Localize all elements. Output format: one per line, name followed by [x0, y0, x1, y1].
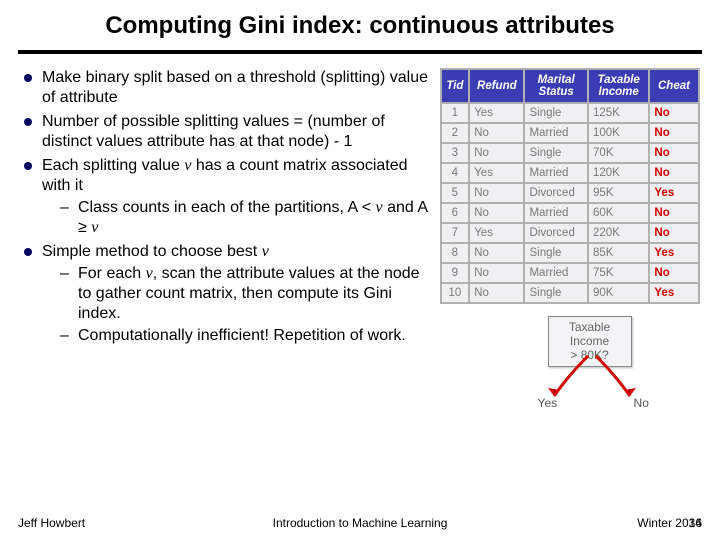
table-cell: 7	[442, 224, 469, 242]
table-cell: Single	[525, 244, 586, 262]
table-cell: Single	[525, 284, 586, 302]
table-cell: Yes	[470, 164, 523, 182]
table-cell: 90K	[589, 284, 648, 302]
table-cell: No	[650, 104, 697, 122]
th-cheat: Cheat	[650, 70, 697, 102]
table-cell: 2	[442, 124, 469, 142]
table-cell: No	[650, 144, 697, 162]
branch-no-label: No	[634, 396, 649, 410]
table-cell: 5	[442, 184, 469, 202]
page-number: 36	[689, 516, 702, 530]
table-row: 8NoSingle85KYes	[442, 244, 698, 262]
table-cell: Yes	[650, 184, 697, 202]
table-cell: Married	[525, 124, 586, 142]
th-tid: Tid	[442, 70, 469, 102]
table-cell: No	[470, 184, 523, 202]
table-cell: Yes	[470, 104, 523, 122]
table-cell: 60K	[589, 204, 648, 222]
bullet-4-pre: Simple method to choose best	[42, 243, 262, 260]
table-cell: No	[650, 224, 697, 242]
title-rule	[18, 50, 702, 54]
table-cell: Divorced	[525, 184, 586, 202]
bullet-4a-pre: For each	[78, 265, 146, 282]
bullet-4-v: v	[262, 243, 269, 260]
right-column: Tid Refund Marital Status Taxable Income…	[440, 68, 702, 412]
table-row: 7YesDivorced220KNo	[442, 224, 698, 242]
table-cell: Yes	[650, 284, 697, 302]
bullet-3a: Class counts in each of the partitions, …	[42, 198, 434, 238]
table-row: 6NoMarried60KNo	[442, 204, 698, 222]
table-cell: 4	[442, 164, 469, 182]
bullet-column: Make binary split based on a threshold (…	[18, 68, 434, 412]
table-row: 9NoMarried75KNo	[442, 264, 698, 282]
bullet-3a-v2: v	[91, 219, 98, 236]
table-row: 1YesSingle125KNo	[442, 104, 698, 122]
table-cell: No	[650, 264, 697, 282]
table-cell: Single	[525, 104, 586, 122]
table-cell: 125K	[589, 104, 648, 122]
footer-center: Introduction to Machine Learning	[18, 516, 702, 530]
table-row: 10NoSingle90KYes	[442, 284, 698, 302]
table-cell: Yes	[650, 244, 697, 262]
split-arrows-icon	[538, 352, 648, 400]
table-cell: Married	[525, 264, 586, 282]
bullet-4b: Computationally inefficient! Repetition …	[42, 326, 434, 346]
table-cell: 75K	[589, 264, 648, 282]
bullet-1: Make binary split based on a threshold (…	[18, 68, 434, 108]
table-row: 4YesMarried120KNo	[442, 164, 698, 182]
table-cell: 9	[442, 264, 469, 282]
table-cell: 100K	[589, 124, 648, 142]
bullet-3a-v1: v	[376, 199, 383, 216]
data-table: Tid Refund Marital Status Taxable Income…	[440, 68, 700, 304]
th-marital: Marital Status	[525, 70, 586, 102]
table-cell: No	[470, 144, 523, 162]
bullet-3: Each splitting value v has a count matri…	[18, 156, 434, 238]
table-cell: 120K	[589, 164, 648, 182]
th-refund: Refund	[470, 70, 523, 102]
split-line2: Income	[551, 335, 629, 349]
table-cell: Yes	[470, 224, 523, 242]
table-cell: Divorced	[525, 224, 586, 242]
table-cell: Single	[525, 144, 586, 162]
table-row: 3NoSingle70KNo	[442, 144, 698, 162]
footer: Jeff Howbert Introduction to Machine Lea…	[18, 516, 702, 530]
table-cell: No	[650, 124, 697, 142]
content-area: Make binary split based on a threshold (…	[18, 68, 702, 412]
slide-title: Computing Gini index: continuous attribu…	[18, 12, 702, 50]
bullet-3a-pre: Class counts in each of the partitions, …	[78, 199, 376, 216]
bullet-3-pre: Each splitting value	[42, 157, 184, 174]
table-cell: No	[470, 204, 523, 222]
th-income: Taxable Income	[589, 70, 648, 102]
table-cell: Married	[525, 204, 586, 222]
table-cell: No	[650, 164, 697, 182]
table-cell: No	[470, 124, 523, 142]
bullet-4: Simple method to choose best v For each …	[18, 242, 434, 346]
table-cell: Married	[525, 164, 586, 182]
table-cell: 70K	[589, 144, 648, 162]
table-row: 2NoMarried100KNo	[442, 124, 698, 142]
bullet-2: Number of possible splitting values = (n…	[18, 112, 434, 152]
bullet-4a: For each v, scan the attribute values at…	[42, 264, 434, 324]
table-cell: 85K	[589, 244, 648, 262]
table-cell: 8	[442, 244, 469, 262]
table-cell: No	[470, 264, 523, 282]
table-cell: 95K	[589, 184, 648, 202]
table-cell: No	[650, 204, 697, 222]
table-cell: No	[470, 244, 523, 262]
table-cell: 220K	[589, 224, 648, 242]
split-line1: Taxable	[551, 321, 629, 335]
split-diagram: Taxable Income > 80K? Yes No	[440, 316, 700, 412]
table-cell: 10	[442, 284, 469, 302]
branch-yes-label: Yes	[538, 396, 558, 410]
table-cell: 3	[442, 144, 469, 162]
table-cell: No	[470, 284, 523, 302]
table-row: 5NoDivorced95KYes	[442, 184, 698, 202]
bullet-4a-v: v	[146, 265, 153, 282]
table-cell: 1	[442, 104, 469, 122]
table-header-row: Tid Refund Marital Status Taxable Income…	[442, 70, 698, 102]
table-cell: 6	[442, 204, 469, 222]
